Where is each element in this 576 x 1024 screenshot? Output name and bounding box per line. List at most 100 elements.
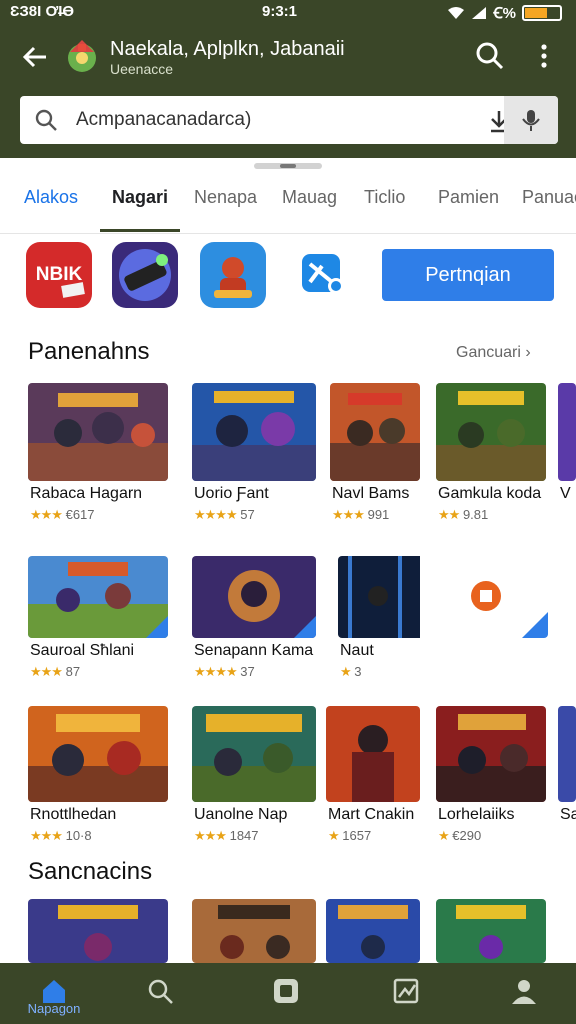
game-title: Naut [340, 642, 374, 659]
status-right: Ꞓ% [447, 3, 562, 23]
game-card[interactable]: Mart Cnakin ★ 1657 [326, 706, 420, 843]
section-title: Sancnacins [28, 858, 153, 885]
status-left: ƐЗ8I ƠΙ̶Ɵ [10, 3, 75, 20]
game-thumbnail [436, 899, 546, 963]
game-title: Uorio Ƒant [194, 485, 269, 502]
game-thumbnail [326, 706, 420, 802]
more-vert-icon[interactable] [528, 40, 560, 72]
search-icon[interactable] [474, 40, 506, 72]
game-rating: ★★★ €617 [30, 507, 95, 522]
game-rating: ★★★★ 37 [194, 664, 255, 679]
game-thumbnail [28, 899, 168, 963]
profile-icon [512, 980, 536, 1004]
library-icon [393, 978, 419, 1004]
game-card[interactable] [326, 899, 420, 963]
game-card[interactable]: Gamkula koda ★★ 9.81 [436, 383, 546, 522]
game-title: Lorhelaiiks [438, 806, 515, 823]
nbik-app-icon[interactable]: NBIK [26, 242, 92, 308]
wifi-icon [448, 7, 465, 19]
game-thumbnail [436, 383, 546, 481]
game-thumbnail [192, 706, 316, 802]
tab-pamien[interactable]: Pamien [438, 176, 499, 234]
tab-mauag[interactable]: Mauag [282, 176, 337, 234]
game-thumbnail [192, 556, 316, 638]
game-card[interactable]: Navl Bams ★★★ 991 [330, 383, 420, 522]
game-rating: ★★★ 10·8 [30, 828, 92, 843]
status-time: 9:3:1 [262, 3, 298, 20]
app-logo-icon [64, 36, 100, 74]
game-title: Gamkula koda [438, 485, 542, 502]
bottom-nav: Napagon [0, 963, 576, 1024]
nav-home-label: Napagon [27, 1001, 81, 1016]
section-more-label: Gancuari [456, 344, 521, 361]
game-thumbnail [326, 899, 420, 963]
game-pad-app-icon[interactable] [290, 242, 356, 308]
signal-icon [472, 7, 487, 19]
game-card[interactable]: Senapann Kama ★★★★ 37 [192, 556, 316, 679]
app-subtitle: Ueenacce [110, 61, 174, 77]
game-rating: ★ 3 [340, 664, 362, 679]
game-card[interactable]: Uorio Ƒant ★★★★ 57 [192, 383, 316, 522]
tab-panuao[interactable]: Panuao [522, 176, 576, 234]
tab-ticlio[interactable]: Ticlio [364, 176, 405, 234]
battery-icon [522, 5, 562, 21]
nbik-text: NBIK [36, 264, 83, 285]
nav-profile[interactable] [484, 963, 564, 1024]
game-rating: ★★★ 1847 [194, 828, 259, 843]
nav-apps[interactable] [246, 963, 326, 1024]
nav-library[interactable] [366, 963, 446, 1024]
game-thumbnail [558, 706, 576, 802]
game-card[interactable]: Rnottlhedan ★★★ 10·8 [28, 706, 168, 843]
back-arrow-icon[interactable] [20, 42, 50, 72]
game-title: Navl Bams [332, 485, 410, 502]
game-rating: ★★ 9.81 [438, 507, 489, 522]
game-rating: ★ 1657 [328, 828, 372, 843]
search-box [20, 96, 558, 144]
game-thumbnail [28, 556, 168, 638]
status-bar: ƐЗ8I ƠΙ̶Ɵ 9:3:1 Ꞓ% [0, 0, 576, 26]
section-title: Panenahns [28, 338, 150, 365]
game-thumbnail [330, 383, 420, 481]
game-thumbnail [192, 899, 316, 963]
game-card[interactable] [192, 899, 316, 963]
game-title: Mart Cnakin [328, 806, 415, 823]
tab-nenapa[interactable]: Nenapa [194, 176, 257, 234]
game-card[interactable]: Sa [558, 706, 576, 823]
category-tabs: Alakos Nagari Nenapa Mauag Ticlio Pamien… [0, 176, 576, 234]
featured-action-button[interactable]: Pertnqian [382, 249, 554, 301]
game-title: Sauroal Sħlani [30, 642, 135, 659]
mic-button[interactable] [504, 96, 558, 144]
search-input[interactable] [76, 96, 456, 144]
magnifier-icon [34, 108, 58, 132]
character-app-icon[interactable] [200, 242, 266, 308]
nav-search[interactable] [120, 963, 200, 1024]
game-thumbnail [338, 556, 548, 638]
app-bar: Naekala, Aplplkn, Jabanaii Ueenacce [0, 26, 576, 158]
game-thumbnail [28, 706, 168, 802]
game-card[interactable] [28, 899, 168, 963]
app-title: Naekala, Aplplkn, Jabanaii [110, 38, 345, 60]
tab-nagari[interactable]: Nagari [99, 176, 181, 234]
drag-handle[interactable] [254, 163, 322, 169]
tab-alakos[interactable]: Alakos [24, 176, 78, 234]
game-rating: ★ €290 [438, 828, 482, 843]
game-card[interactable]: Uanolne Nap ★★★ 1847 [192, 706, 316, 843]
battery-percent: Ꞓ% [493, 5, 516, 22]
game-thumbnail [558, 383, 576, 481]
game-title: Uanolne Nap [194, 806, 288, 823]
game-title: V [560, 485, 571, 502]
game-rating: ★★★ 87 [30, 664, 81, 679]
nav-home[interactable]: Napagon [14, 963, 94, 1024]
game-thumbnail [192, 383, 316, 481]
game-title: Rnottlhedan [30, 806, 117, 823]
search-icon [148, 979, 173, 1004]
game-card[interactable]: V [558, 383, 576, 502]
game-card[interactable]: Lorhelaiiks ★ €290 [436, 706, 546, 843]
game-card[interactable]: Sauroal Sħlani ★★★ 87 [28, 556, 168, 679]
game-card[interactable]: Naut ★ 3 [338, 556, 548, 679]
section-more-link[interactable]: Gancuari › [456, 344, 531, 362]
game-app-icon[interactable] [112, 242, 178, 308]
game-title: Senapann Kama [194, 642, 314, 659]
game-card[interactable] [436, 899, 546, 963]
game-card[interactable]: Rabaca Hagarn ★★★ €617 [28, 383, 168, 522]
